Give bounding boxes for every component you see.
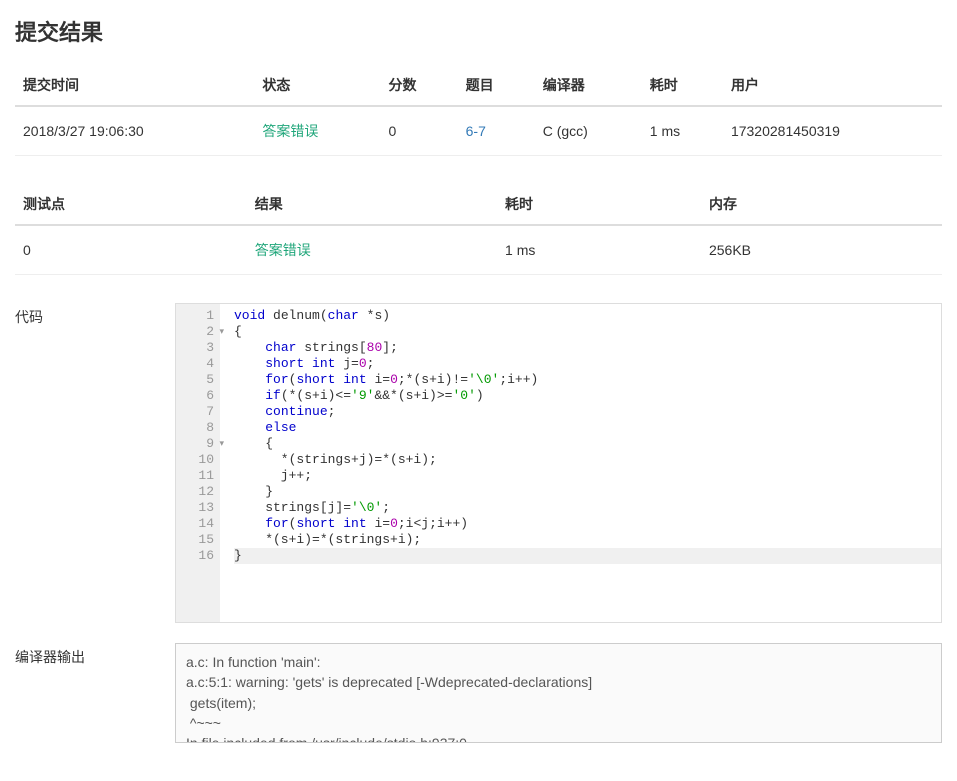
code-editor[interactable]: 12345678910111213141516 void delnum(char…	[175, 303, 942, 623]
status-badge: 答案错误	[255, 242, 311, 258]
th-elapsed: 耗时	[497, 184, 701, 225]
page-title: 提交结果	[15, 15, 942, 47]
th-problem: 题目	[458, 65, 535, 106]
th-time: 提交时间	[15, 65, 254, 106]
cell-score: 0	[381, 106, 458, 156]
cell-elapsed: 1 ms	[497, 225, 701, 275]
table-row: 2018/3/27 19:06:30 答案错误 0 6-7 C (gcc) 1 …	[15, 106, 942, 156]
cell-user: 17320281450319	[723, 106, 942, 156]
code-gutter: 12345678910111213141516	[176, 304, 220, 622]
th-result: 结果	[247, 184, 497, 225]
th-testpoint: 测试点	[15, 184, 247, 225]
problem-link[interactable]: 6-7	[466, 123, 486, 139]
cell-problem[interactable]: 6-7	[458, 106, 535, 156]
th-memory: 内存	[701, 184, 942, 225]
th-status: 状态	[254, 65, 380, 106]
submission-table: 提交时间 状态 分数 题目 编译器 耗时 用户 2018/3/27 19:06:…	[15, 65, 942, 156]
th-elapsed: 耗时	[642, 65, 723, 106]
cell-time: 2018/3/27 19:06:30	[15, 106, 254, 156]
table-row: 0 答案错误 1 ms 256KB	[15, 225, 942, 275]
cell-testpoint: 0	[15, 225, 247, 275]
cell-result: 答案错误	[247, 225, 497, 275]
cell-elapsed: 1 ms	[642, 106, 723, 156]
th-user: 用户	[723, 65, 942, 106]
code-area[interactable]: void delnum(char *s){ char strings[80]; …	[220, 304, 941, 622]
th-score: 分数	[381, 65, 458, 106]
code-label: 代码	[15, 303, 175, 327]
th-compiler: 编译器	[535, 65, 642, 106]
testcase-table: 测试点 结果 耗时 内存 0 答案错误 1 ms 256KB	[15, 184, 942, 275]
compiler-output[interactable]	[175, 643, 942, 743]
cell-memory: 256KB	[701, 225, 942, 275]
compiler-output-label: 编译器输出	[15, 643, 175, 667]
status-badge: 答案错误	[262, 123, 318, 139]
cell-compiler: C (gcc)	[535, 106, 642, 156]
cell-status: 答案错误	[254, 106, 380, 156]
